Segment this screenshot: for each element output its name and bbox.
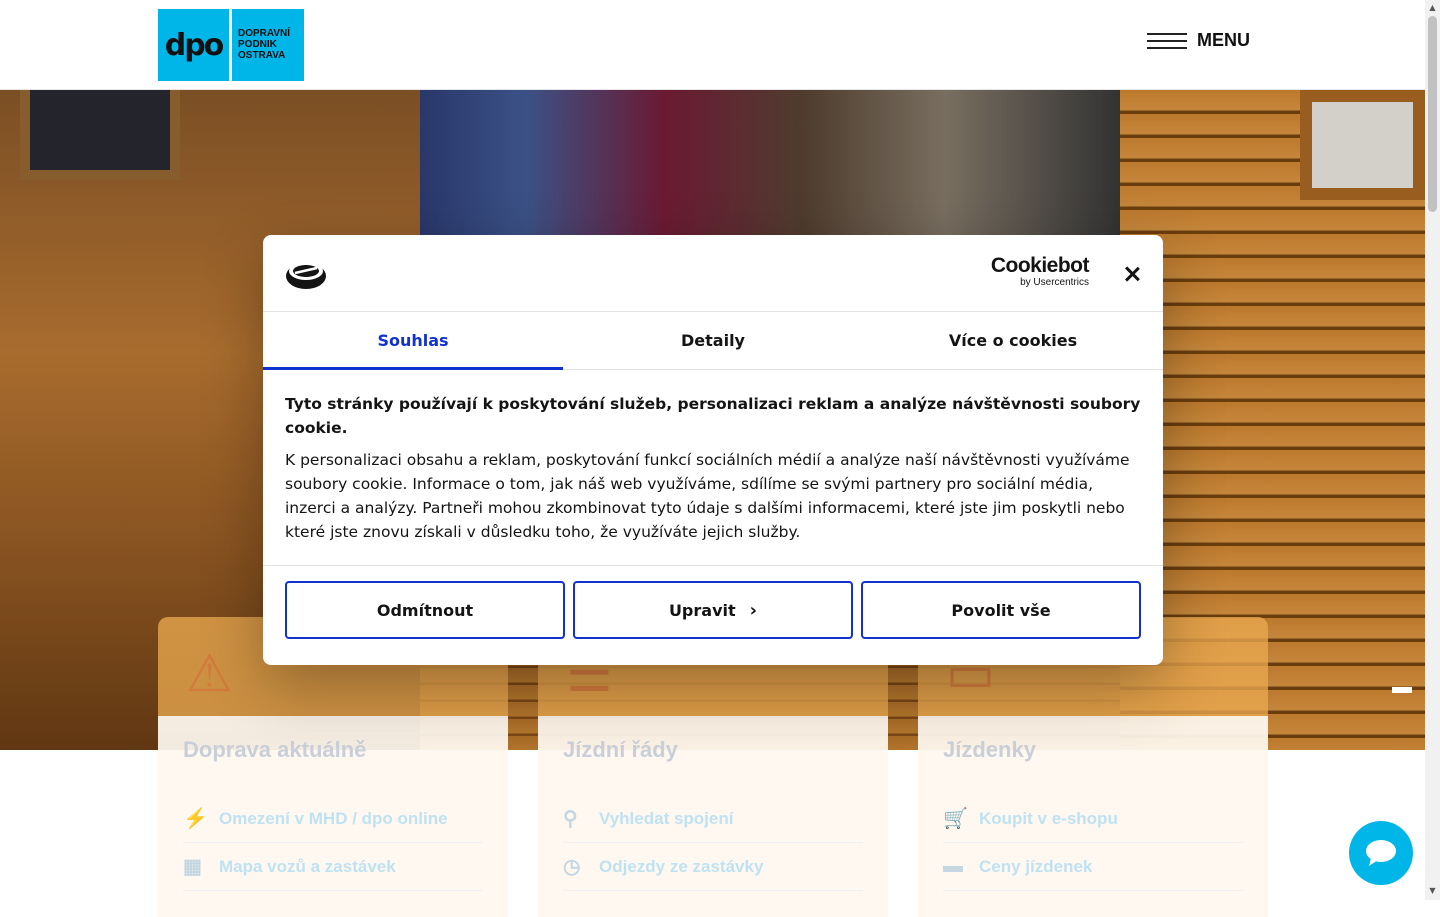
page-scrollbar[interactable]: ▲ ▼	[1425, 0, 1440, 900]
tab-souhlas[interactable]: Souhlas	[263, 312, 563, 370]
customize-button[interactable]: Upravit ›	[573, 581, 853, 639]
cookiebot-logo[interactable]: Cookiebot by Usercentrics	[987, 254, 1090, 289]
allow-all-label: Povolit vše	[951, 600, 1051, 620]
scroll-up-arrow-icon[interactable]: ▲	[1428, 3, 1437, 12]
tab-vice-o-cookies[interactable]: Více o cookies	[863, 312, 1163, 369]
chevron-right-icon: ›	[749, 599, 758, 621]
cookiebot-name: Cookiebot	[990, 254, 1090, 277]
reject-label: Odmítnout	[376, 600, 474, 620]
chat-bubble-icon	[1366, 840, 1396, 866]
cookie-tabs: Souhlas Detaily Více o cookies	[263, 312, 1163, 370]
close-icon[interactable]	[1121, 263, 1143, 285]
cookie-dialog-header: Cookiebot by Usercentrics	[263, 235, 1163, 312]
allow-all-button[interactable]: Povolit vše	[861, 581, 1141, 639]
cookie-logo-icon	[286, 262, 326, 289]
cookie-description: K personalizaci obsahu a reklam, poskyto…	[285, 451, 1130, 541]
scroll-down-arrow-icon[interactable]: ▼	[1428, 886, 1437, 895]
customize-label: Upravit	[668, 600, 736, 620]
cookie-heading: Tyto stránky používají k poskytování slu…	[285, 395, 1141, 437]
reject-button[interactable]: Odmítnout	[285, 581, 565, 639]
cookie-content: Tyto stránky používají k poskytování slu…	[263, 370, 1163, 566]
cookie-consent-dialog: Cookiebot by Usercentrics Souhlas Detail…	[263, 235, 1163, 665]
tab-detaily[interactable]: Detaily	[563, 312, 863, 369]
chat-button[interactable]	[1349, 821, 1413, 885]
scrollbar-thumb[interactable]	[1428, 16, 1437, 212]
cookiebot-by: by Usercentrics	[1020, 277, 1089, 288]
cookie-actions: Odmítnout Upravit › Povolit vše	[263, 566, 1163, 654]
